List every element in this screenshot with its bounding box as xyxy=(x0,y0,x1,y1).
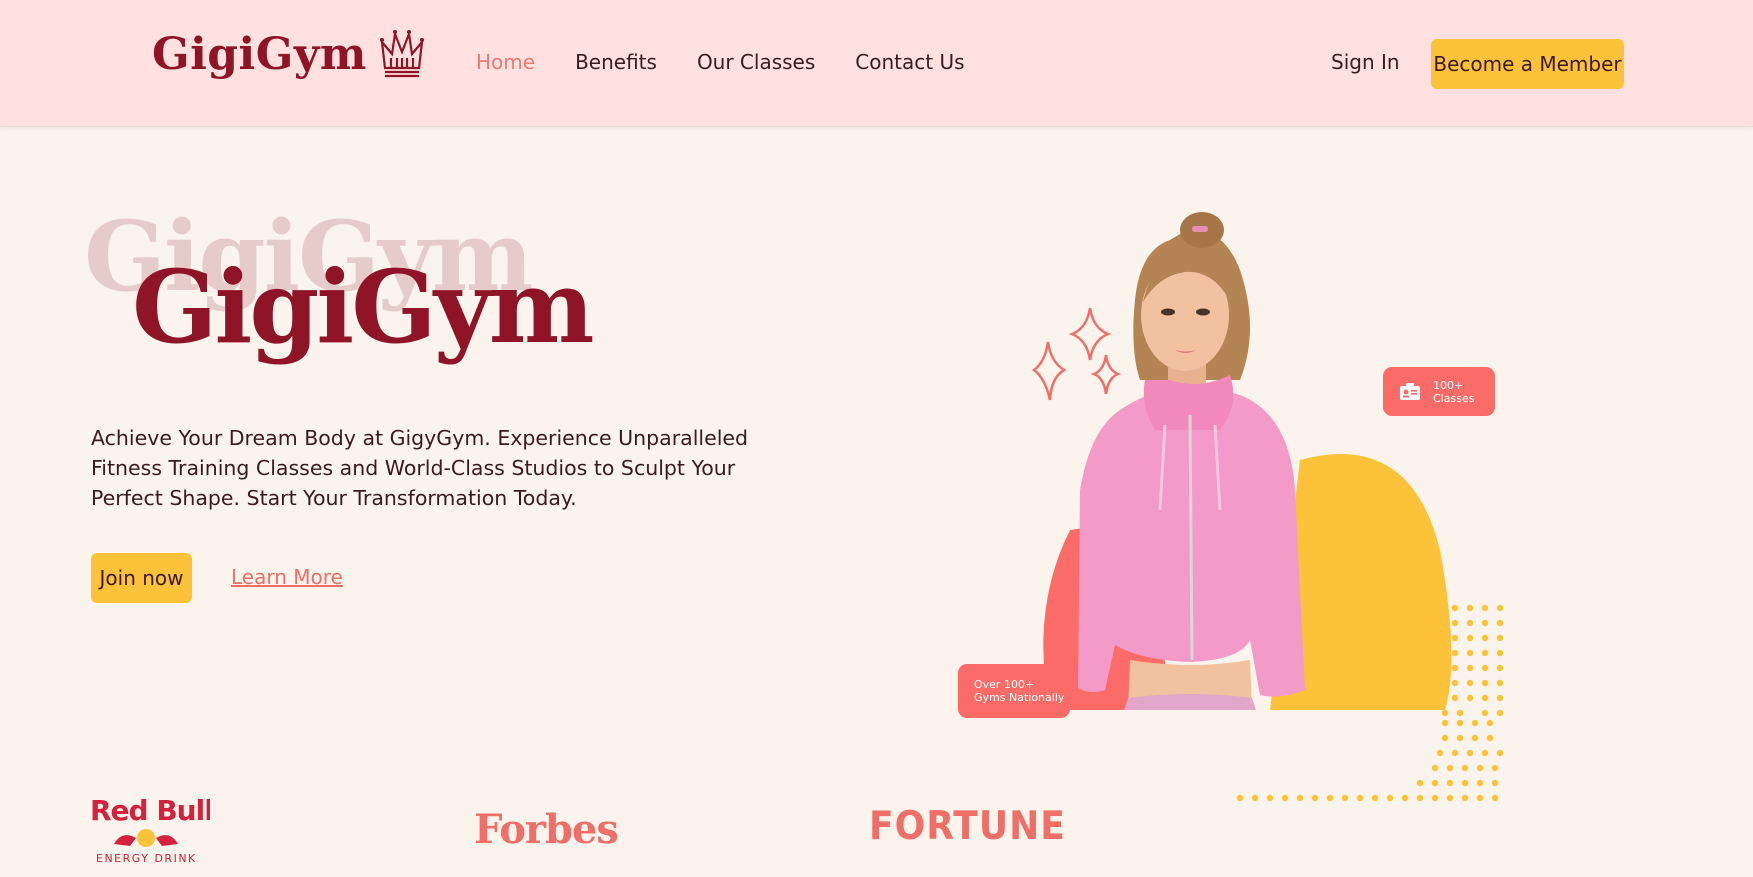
classes-stat-line1: 100+ xyxy=(1433,378,1464,392)
become-member-button[interactable]: Become a Member xyxy=(1431,39,1624,89)
gyms-stat-line2: Gyms Nationally xyxy=(974,691,1065,704)
redbull-tagline: ENERGY DRINK xyxy=(96,852,197,865)
id-card-icon xyxy=(1400,382,1420,400)
top-navbar: GigiGym Home Benefits Our Classes Contac… xyxy=(0,0,1753,127)
crown-icon xyxy=(379,29,424,78)
redbull-name: Red Bull xyxy=(90,794,210,827)
classes-stat-badge: 100+ Classes xyxy=(1383,367,1495,416)
gyms-stat-line1: Over 100+ xyxy=(974,678,1035,691)
hero-description: Achieve Your Dream Body at GigyGym. Expe… xyxy=(91,426,749,510)
nav-link-home[interactable]: Home xyxy=(476,50,535,74)
logo-text: GigiGym xyxy=(152,28,367,80)
classes-stat-text: 100+ Classes xyxy=(1433,379,1474,405)
forbes-logo: Forbes xyxy=(474,806,619,853)
athlete-figure xyxy=(1078,212,1305,710)
sparkle-icon xyxy=(1031,307,1122,401)
redbull-logo: Red Bull ENERGY DRINK xyxy=(90,794,210,865)
nav-link-benefits[interactable]: Benefits xyxy=(575,50,657,74)
classes-stat-line2: Classes xyxy=(1433,391,1475,405)
sign-in-link[interactable]: Sign In xyxy=(1331,50,1400,74)
nav-link-contact-us[interactable]: Contact Us xyxy=(855,50,964,74)
gyms-stat-badge: Over 100+ Gyms Nationally xyxy=(958,664,1070,718)
join-now-button[interactable]: Join now xyxy=(91,553,192,603)
nav-link-our-classes[interactable]: Our Classes xyxy=(697,50,815,74)
brand-logo[interactable]: GigiGym xyxy=(152,28,425,80)
hero-title: GigiGym xyxy=(132,248,595,366)
nav-links: Home Benefits Our Classes Contact Us xyxy=(476,50,965,74)
learn-more-link[interactable]: Learn More xyxy=(231,565,343,589)
fortune-logo: FORTUNE xyxy=(869,803,1066,850)
